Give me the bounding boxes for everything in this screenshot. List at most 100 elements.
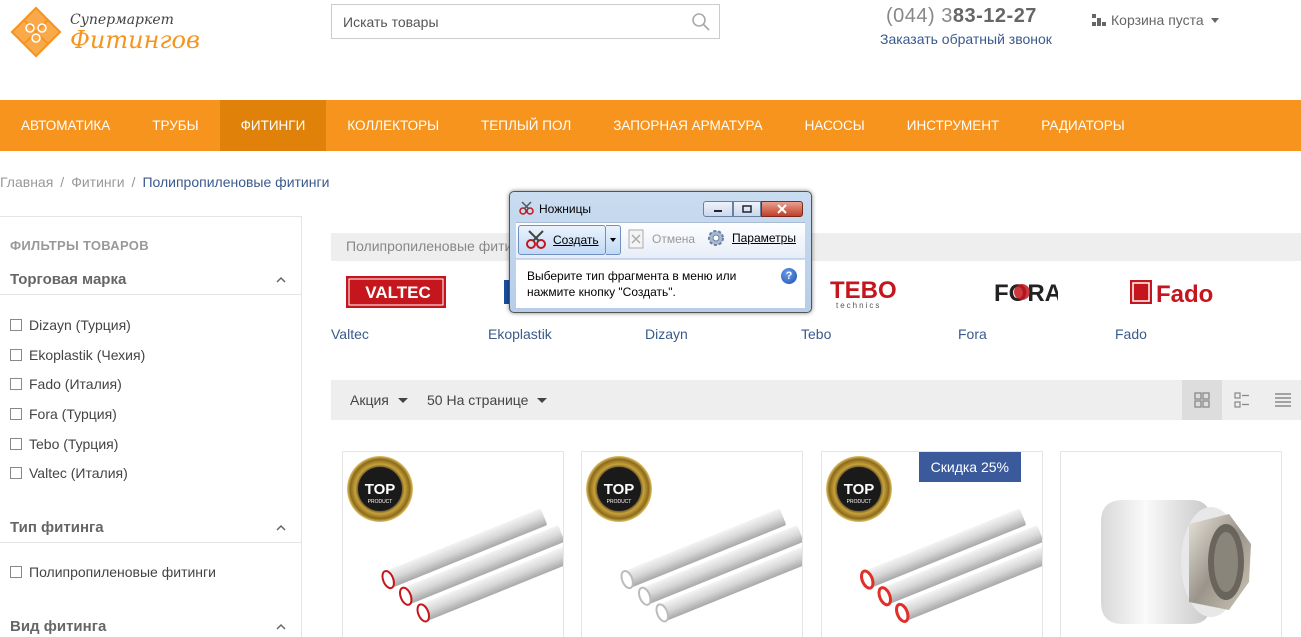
- nav-item-tools[interactable]: ИНСТРУМЕНТ: [886, 100, 1021, 151]
- listing-toolbar: Акция 50 На странице: [331, 380, 1301, 420]
- filter-label: Ekoplastik (Чехия): [29, 347, 146, 363]
- nav-item-pumps[interactable]: НАСОСЫ: [784, 100, 886, 151]
- grid-view-icon: [1194, 392, 1210, 408]
- minimize-button[interactable]: [703, 201, 733, 217]
- brand-link-valtec[interactable]: Valtec: [331, 326, 369, 342]
- nav-item-radiators[interactable]: РАДИАТОРЫ: [1020, 100, 1145, 151]
- tebo-logo: TEBO technics: [830, 277, 897, 310]
- view-list-button[interactable]: [1222, 380, 1262, 420]
- create-mode-dropdown[interactable]: [606, 225, 621, 255]
- window-controls: [703, 201, 803, 217]
- cart-icon: [1092, 14, 1106, 26]
- chevron-up-icon: [276, 276, 286, 283]
- checkbox[interactable]: [10, 438, 22, 450]
- product-card[interactable]: TOP PRODUCT: [581, 451, 803, 637]
- snipping-tool-message: Выберите тип фрагмента в меню или нажмит…: [527, 269, 737, 299]
- nav-item-valves[interactable]: ЗАПОРНАЯ АРМАТУРА: [592, 100, 783, 151]
- view-table-button[interactable]: [1263, 380, 1301, 420]
- filter-group-brand[interactable]: Торговая марка: [0, 263, 302, 295]
- checkbox[interactable]: [10, 319, 22, 331]
- brand-link-tebo[interactable]: Tebo: [801, 326, 831, 342]
- filter-brand-tebo[interactable]: Tebo (Турция): [10, 436, 118, 452]
- valtec-logo-text: VALTEC: [365, 283, 430, 302]
- filter-group-kind[interactable]: Вид фитинга: [0, 610, 302, 637]
- phone-prefix: (044) 3: [886, 5, 953, 27]
- filters-sidebar: ФИЛЬТРЫ ТОВАРОВ Торговая марка Dizayn (Т…: [0, 216, 302, 637]
- site-logo[interactable]: Супермаркет Фитингов: [10, 6, 200, 58]
- view-grid-button[interactable]: [1182, 380, 1222, 420]
- brand-logo-fora[interactable]: FORA: [992, 270, 1058, 314]
- nav-item-pipes[interactable]: ТРУБЫ: [131, 100, 219, 151]
- cancel-icon: [628, 229, 644, 249]
- per-page-label: 50 На странице: [427, 392, 529, 408]
- close-button[interactable]: [761, 201, 803, 217]
- brand-logo-fado[interactable]: Fado: [1130, 270, 1232, 314]
- breadcrumb-home[interactable]: Главная: [0, 174, 53, 190]
- search-icon[interactable]: [691, 12, 711, 32]
- filter-label: Valtec (Италия): [29, 465, 128, 481]
- filter-label: Полипропиленовые фитинги: [29, 564, 216, 580]
- sort-dropdown[interactable]: Акция: [350, 392, 408, 408]
- brand-link-ekoplastik[interactable]: Ekoplastik: [488, 326, 552, 342]
- filter-brand-fado[interactable]: Fado (Италия): [10, 376, 122, 392]
- scissors-icon: [526, 230, 546, 249]
- site-header: Супермаркет Фитингов (044) 383-12-27 Зак…: [0, 0, 1301, 100]
- brand-link-fora[interactable]: Fora: [958, 326, 987, 342]
- options-label: Параметры: [732, 231, 796, 245]
- breadcrumb-current: Полипропиленовые фитинги: [142, 174, 330, 190]
- product-card[interactable]: TOP PRODUCT: [342, 451, 564, 637]
- pipe-image: [620, 508, 802, 623]
- callback-link[interactable]: Заказать обратный звонок: [880, 31, 1052, 47]
- filter-label: Fado (Италия): [29, 376, 122, 392]
- checkbox[interactable]: [10, 378, 22, 390]
- fado-logo: Fado: [1130, 280, 1213, 308]
- per-page-dropdown[interactable]: 50 На странице: [427, 392, 548, 408]
- filter-group-title: Торговая марка: [10, 271, 127, 288]
- chevron-up-icon: [276, 623, 286, 630]
- filter-group-title: Вид фитинга: [10, 618, 107, 635]
- brand-link-fado[interactable]: Fado: [1115, 326, 1147, 342]
- filter-group-title: Тип фитинга: [10, 519, 104, 536]
- gear-icon: [708, 230, 724, 246]
- filter-group-type[interactable]: Тип фитинга: [0, 511, 302, 543]
- brand-link-dizayn[interactable]: Dizayn: [645, 326, 688, 342]
- phone-number[interactable]: (044) 383-12-27: [886, 5, 1037, 28]
- breadcrumb-separator: /: [60, 174, 65, 190]
- create-snip-button[interactable]: Создать: [518, 225, 606, 255]
- filter-brand-dizayn[interactable]: Dizayn (Турция): [10, 317, 131, 333]
- nav-item-collectors[interactable]: КОЛЛЕКТОРЫ: [326, 100, 460, 151]
- table-view-icon: [1275, 393, 1291, 407]
- checkbox[interactable]: [10, 566, 22, 578]
- filter-brand-valtec[interactable]: Valtec (Италия): [10, 465, 128, 481]
- scissors-icon: [519, 201, 534, 215]
- nav-item-floor-heating[interactable]: ТЕПЛЫЙ ПОЛ: [460, 100, 592, 151]
- valtec-logo: VALTEC: [346, 276, 446, 308]
- nav-item-fittings[interactable]: ФИТИНГИ: [219, 100, 327, 151]
- maximize-button[interactable]: [733, 201, 761, 217]
- snipping-tool-window[interactable]: Ножницы Создать Отмена Параметры Выберит…: [509, 191, 812, 313]
- brand-logo-tebo[interactable]: TEBO technics: [828, 270, 908, 314]
- breadcrumb-section[interactable]: Фитинги: [71, 174, 124, 190]
- checkbox[interactable]: [10, 467, 22, 479]
- options-button[interactable]: Параметры: [706, 228, 796, 248]
- filter-brand-ekoplastik[interactable]: Ekoplastik (Чехия): [10, 347, 145, 363]
- product-card[interactable]: [1060, 451, 1282, 637]
- search-input[interactable]: [332, 5, 672, 38]
- filters-title: ФИЛЬТРЫ ТОВАРОВ: [10, 238, 149, 253]
- cart-dropdown[interactable]: Корзина пуста: [1092, 12, 1219, 28]
- brand-logo-valtec[interactable]: VALTEC: [346, 270, 446, 314]
- sort-label: Акция: [350, 392, 389, 408]
- filter-type-pp[interactable]: Полипропиленовые фитинги: [10, 564, 216, 580]
- nav-item-automation[interactable]: АВТОМАТИКА: [0, 100, 131, 151]
- checkbox[interactable]: [10, 408, 22, 420]
- logo-text-main: Фитингов: [70, 26, 200, 54]
- tebo-logo-text: TEBO: [830, 277, 897, 304]
- pipe-image: [381, 508, 563, 623]
- filter-brand-fora[interactable]: Fora (Турция): [10, 406, 117, 422]
- cancel-snip-button[interactable]: Отмена: [628, 229, 695, 249]
- help-icon[interactable]: ?: [781, 268, 797, 284]
- checkbox[interactable]: [10, 349, 22, 361]
- product-card[interactable]: TOP PRODUCT Скидка 25%: [821, 451, 1043, 637]
- snipping-tool-titlebar[interactable]: Ножницы: [510, 192, 811, 219]
- logo-icon: [10, 6, 62, 58]
